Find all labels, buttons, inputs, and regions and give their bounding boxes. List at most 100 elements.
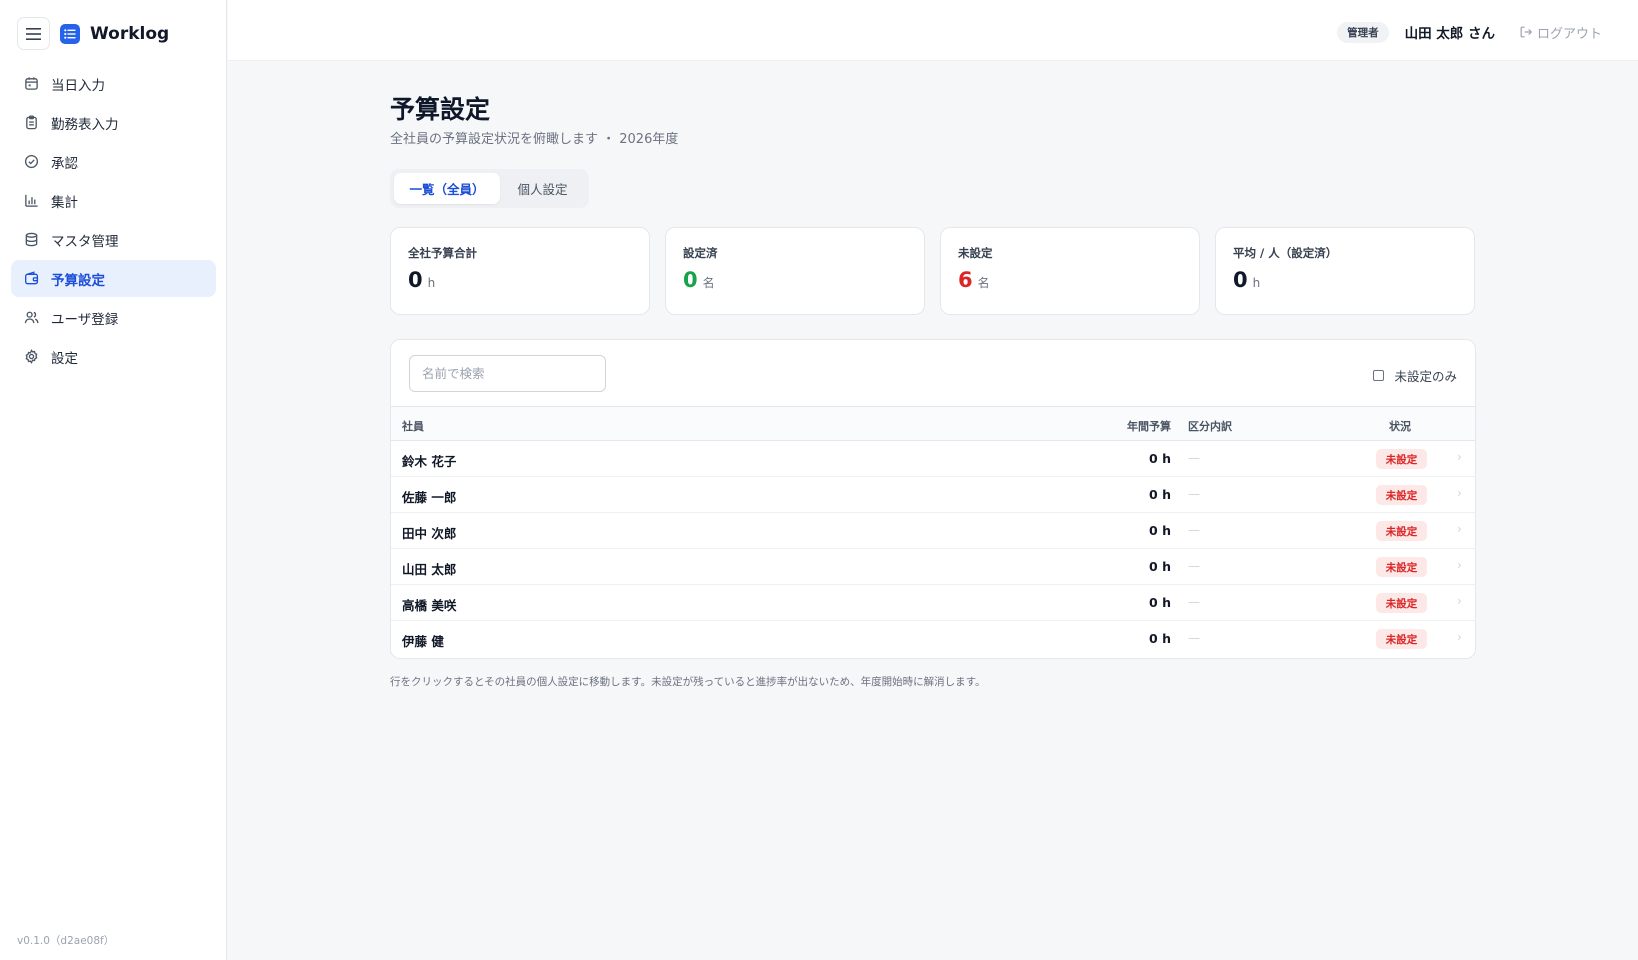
chevron-right-icon: › [1457, 522, 1462, 536]
stat-value: 0 [683, 268, 698, 292]
column-header-employee: 社員 [402, 420, 424, 433]
breakdown: — [1188, 523, 1200, 537]
stats-row: 全社予算合計 0h 設定済 0名 未設定 6名 平均 / 人（設定済） 0h [390, 227, 1475, 315]
table-row[interactable]: 佐藤 一郎 0 h — 未設定 › [391, 477, 1475, 513]
sidebar-item-daily-entry[interactable]: 当日入力 [11, 65, 216, 102]
annual-budget: 0 h [1149, 559, 1171, 574]
annual-budget: 0 h [1149, 451, 1171, 466]
logout-label: ログアウト [1536, 26, 1602, 42]
sidebar-item-label: マスタ管理 [51, 233, 119, 250]
calendar-icon [23, 76, 39, 92]
sidebar-item-label: ユーザ登録 [51, 311, 119, 328]
brand: Worklog [17, 17, 169, 50]
stat-value: 0 [408, 268, 423, 292]
page-title: 予算設定 [390, 95, 491, 124]
stat-card-configured: 設定済 0名 [665, 227, 925, 315]
chevron-right-icon: › [1457, 558, 1462, 572]
annual-budget: 0 h [1149, 595, 1171, 610]
tab-all-list[interactable]: 一覧（全員） [394, 173, 500, 204]
status-badge: 未設定 [1376, 593, 1427, 613]
sidebar-item-label: 承認 [51, 155, 78, 172]
table-row[interactable]: 鈴木 花子 0 h — 未設定 › [391, 441, 1475, 477]
stat-unit: 名 [977, 276, 990, 290]
chevron-right-icon: › [1457, 630, 1462, 644]
column-header-breakdown: 区分内訳 [1188, 420, 1232, 433]
sidebar-item-timesheet[interactable]: 勤務表入力 [11, 104, 216, 141]
sidebar-item-users[interactable]: ユーザ登録 [11, 299, 216, 336]
logout-button[interactable]: ログアウト [1519, 23, 1602, 42]
page-subtitle: 全社員の予算設定状況を俯瞰します ・ 2026年度 [390, 132, 679, 147]
chevron-right-icon: › [1457, 594, 1462, 608]
status-badge: 未設定 [1376, 557, 1427, 577]
sidebar-item-label: 当日入力 [51, 77, 105, 94]
status-badge: 未設定 [1376, 485, 1427, 505]
employee-name: 田中 次郎 [402, 526, 457, 541]
employee-name: 高橋 美咲 [402, 598, 457, 613]
user-name: 山田 太郎 さん [1404, 26, 1495, 42]
annual-budget: 0 h [1149, 523, 1171, 538]
table-row[interactable]: 田中 次郎 0 h — 未設定 › [391, 513, 1475, 549]
column-header-status: 状況 [1389, 420, 1411, 433]
sidebar-item-master[interactable]: マスタ管理 [11, 221, 216, 258]
hamburger-icon [26, 27, 41, 40]
unconfigured-only-checkbox[interactable] [1373, 370, 1385, 381]
sidebar-item-budget[interactable]: 予算設定 [11, 260, 216, 297]
search-input[interactable] [409, 355, 606, 392]
sidebar-item-label: 集計 [51, 194, 78, 211]
chevron-right-icon: › [1457, 486, 1462, 500]
header-user-area: 管理者 山田 太郎 さん ログアウト [1337, 20, 1602, 44]
table-row[interactable]: 伊藤 健 0 h — 未設定 › [391, 621, 1475, 657]
view-tabs: 一覧（全員） 個人設定 [390, 169, 589, 208]
breakdown: — [1188, 595, 1200, 609]
column-header-annual-budget: 年間予算 [1127, 420, 1171, 433]
logout-icon [1520, 26, 1533, 38]
breakdown: — [1188, 451, 1200, 465]
gear-icon [23, 349, 39, 365]
sidebar-nav: 当日入力 勤務表入力 承認 集計 マスタ管理 予算設定 ユーザ登録 設定 [11, 65, 216, 377]
annual-budget: 0 h [1149, 631, 1171, 646]
wallet-icon [23, 271, 39, 287]
top-header: 管理者 山田 太郎 さん ログアウト [228, 0, 1638, 61]
employee-name: 山田 太郎 [402, 562, 457, 577]
table-row[interactable]: 山田 太郎 0 h — 未設定 › [391, 549, 1475, 585]
sidebar-item-summary[interactable]: 集計 [11, 182, 216, 219]
stat-unit: h [427, 276, 436, 290]
stat-card-average: 平均 / 人（設定済） 0h [1215, 227, 1475, 315]
table-body: 鈴木 花子 0 h — 未設定 › 佐藤 一郎 0 h — 未設定 › 田中 次… [391, 441, 1475, 657]
role-badge: 管理者 [1337, 21, 1389, 43]
bar-chart-icon [23, 193, 39, 209]
database-icon [23, 232, 39, 248]
employee-name: 佐藤 一郎 [402, 490, 457, 505]
check-circle-icon [23, 154, 39, 170]
app-name: Worklog [90, 23, 170, 44]
unconfigured-only-filter[interactable]: 未設定のみ [1373, 366, 1457, 385]
stat-card-total-budget: 全社予算合計 0h [390, 227, 650, 315]
stat-value: 6 [958, 268, 973, 292]
employee-budget-table: 未設定のみ 社員 年間予算 区分内訳 状況 鈴木 花子 0 h — 未設定 › … [390, 339, 1476, 659]
breakdown: — [1188, 559, 1200, 573]
status-badge: 未設定 [1376, 449, 1427, 469]
breakdown: — [1188, 487, 1200, 501]
sidebar-item-approval[interactable]: 承認 [11, 143, 216, 180]
app-version: v0.1.0（d2ae08f） [17, 935, 115, 947]
sidebar-item-label: 設定 [51, 350, 78, 367]
sidebar-item-label: 予算設定 [51, 272, 105, 289]
employee-name: 鈴木 花子 [402, 454, 457, 469]
sidebar: Worklog 当日入力 勤務表入力 承認 集計 マスタ管理 予算設定 ユーザ登… [0, 0, 227, 960]
annual-budget: 0 h [1149, 487, 1171, 502]
table-row[interactable]: 高橋 美咲 0 h — 未設定 › [391, 585, 1475, 621]
list-logo-icon [60, 23, 80, 44]
stat-label: 設定済 [683, 246, 718, 260]
sidebar-item-settings[interactable]: 設定 [11, 338, 216, 375]
menu-toggle-button[interactable] [17, 17, 50, 50]
status-badge: 未設定 [1376, 521, 1427, 541]
tab-individual-settings[interactable]: 個人設定 [500, 173, 585, 204]
stat-label: 全社予算合計 [408, 246, 477, 260]
stat-unit: 名 [702, 276, 715, 290]
stat-value: 0 [1233, 268, 1248, 292]
breakdown: — [1188, 631, 1200, 645]
filter-label: 未設定のみ [1394, 369, 1457, 384]
clipboard-icon [23, 115, 39, 131]
users-icon [23, 310, 39, 326]
status-badge: 未設定 [1376, 629, 1427, 649]
